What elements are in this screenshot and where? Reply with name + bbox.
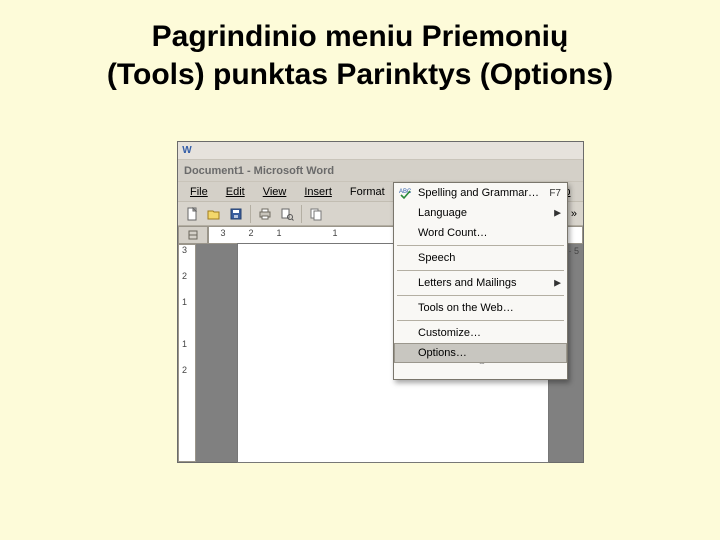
toolbar-overflow-button[interactable]: » <box>571 208 577 220</box>
submenu-arrow-icon: ▶ <box>554 278 561 289</box>
menu-customize[interactable]: Customize… <box>394 323 567 343</box>
save-button[interactable] <box>226 204 246 224</box>
ruler-right-overflow: · 5 <box>568 246 579 256</box>
slide-title: Pagrindinio meniu Priemonių (Tools) punk… <box>0 0 720 101</box>
toolbar-separator <box>301 205 302 223</box>
menu-format[interactable]: Format <box>342 184 393 200</box>
app-icon-bar: W <box>178 142 583 160</box>
toolbar-separator <box>250 205 251 223</box>
submenu-arrow-icon: ▶ <box>554 208 561 219</box>
menu-tools-web[interactable]: Tools on the Web… <box>394 298 567 318</box>
menu-speech[interactable]: Speech <box>394 248 567 268</box>
open-button[interactable] <box>204 204 224 224</box>
titlebar: Document1 - Microsoft Word <box>178 160 583 182</box>
menu-separator <box>397 270 564 271</box>
menu-separator <box>397 320 564 321</box>
menu-separator <box>397 245 564 246</box>
new-doc-button[interactable] <box>182 204 202 224</box>
menu-spelling[interactable]: ABC Spelling and Grammar… F7 <box>394 183 567 203</box>
spellcheck-icon: ABC <box>398 186 412 200</box>
menu-edit[interactable]: Edit <box>218 184 253 200</box>
word-app-icon: W <box>180 144 194 158</box>
menu-letters-mailings[interactable]: Letters and Mailings ▶ <box>394 273 567 293</box>
menu-expand-chevron[interactable]: ˇˇ <box>394 363 567 379</box>
print-preview-button[interactable] <box>277 204 297 224</box>
window-title: Document1 - Microsoft Word <box>184 165 334 177</box>
ruler-corner[interactable] <box>178 226 208 244</box>
tools-dropdown: ABC Spelling and Grammar… F7 Language ▶ … <box>393 182 568 380</box>
menu-word-count[interactable]: Word Count… <box>394 223 567 243</box>
menu-language[interactable]: Language ▶ <box>394 203 567 223</box>
menu-view[interactable]: View <box>255 184 295 200</box>
menu-insert[interactable]: Insert <box>296 184 340 200</box>
menu-separator <box>397 295 564 296</box>
vertical-ruler[interactable]: 3 2 1 1 2 <box>178 244 196 462</box>
accel-f7: F7 <box>543 188 561 199</box>
word-window: W Document1 - Microsoft Word File Edit V… <box>178 142 583 462</box>
menu-options[interactable]: Options… <box>394 343 567 363</box>
menu-file[interactable]: File <box>182 184 216 200</box>
copy-button[interactable] <box>306 204 326 224</box>
print-button[interactable] <box>255 204 275 224</box>
